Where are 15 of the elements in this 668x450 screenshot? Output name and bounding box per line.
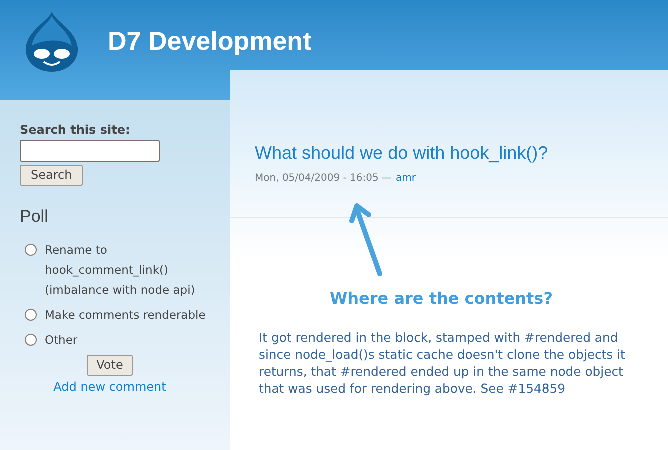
annotation-text: It got rendered in the block, stamped with #rendered and since node_load()s static cache doesn't clone the objects it returns, that #rendered ended up in the same node object that was used for rendering above. See #154859 bbox=[259, 329, 626, 397]
poll-option-label: Other bbox=[45, 332, 79, 348]
search-button[interactable]: Search bbox=[20, 164, 84, 186]
poll-option-label: Rename to hook_comment_link() (imbalance with node api) bbox=[45, 242, 196, 298]
site-name[interactable]: D7 Development bbox=[108, 22, 312, 60]
submitted-date: Mon, 05/04/2009 - 16:05 — bbox=[255, 172, 392, 186]
annotation-heading: Where are the contents? bbox=[330, 288, 553, 310]
search-field[interactable] bbox=[20, 140, 160, 162]
add-comment-link[interactable]: Add new comment bbox=[54, 378, 166, 396]
search-label: Search this site: bbox=[20, 122, 132, 138]
poll-title: Poll bbox=[20, 206, 50, 228]
author-link[interactable]: amr bbox=[396, 171, 416, 186]
vote-button[interactable]: Vote bbox=[86, 354, 134, 376]
node-title[interactable]: What should we do with hook_link()? bbox=[255, 140, 548, 167]
poll-option-label: Make comments renderable bbox=[45, 306, 207, 324]
